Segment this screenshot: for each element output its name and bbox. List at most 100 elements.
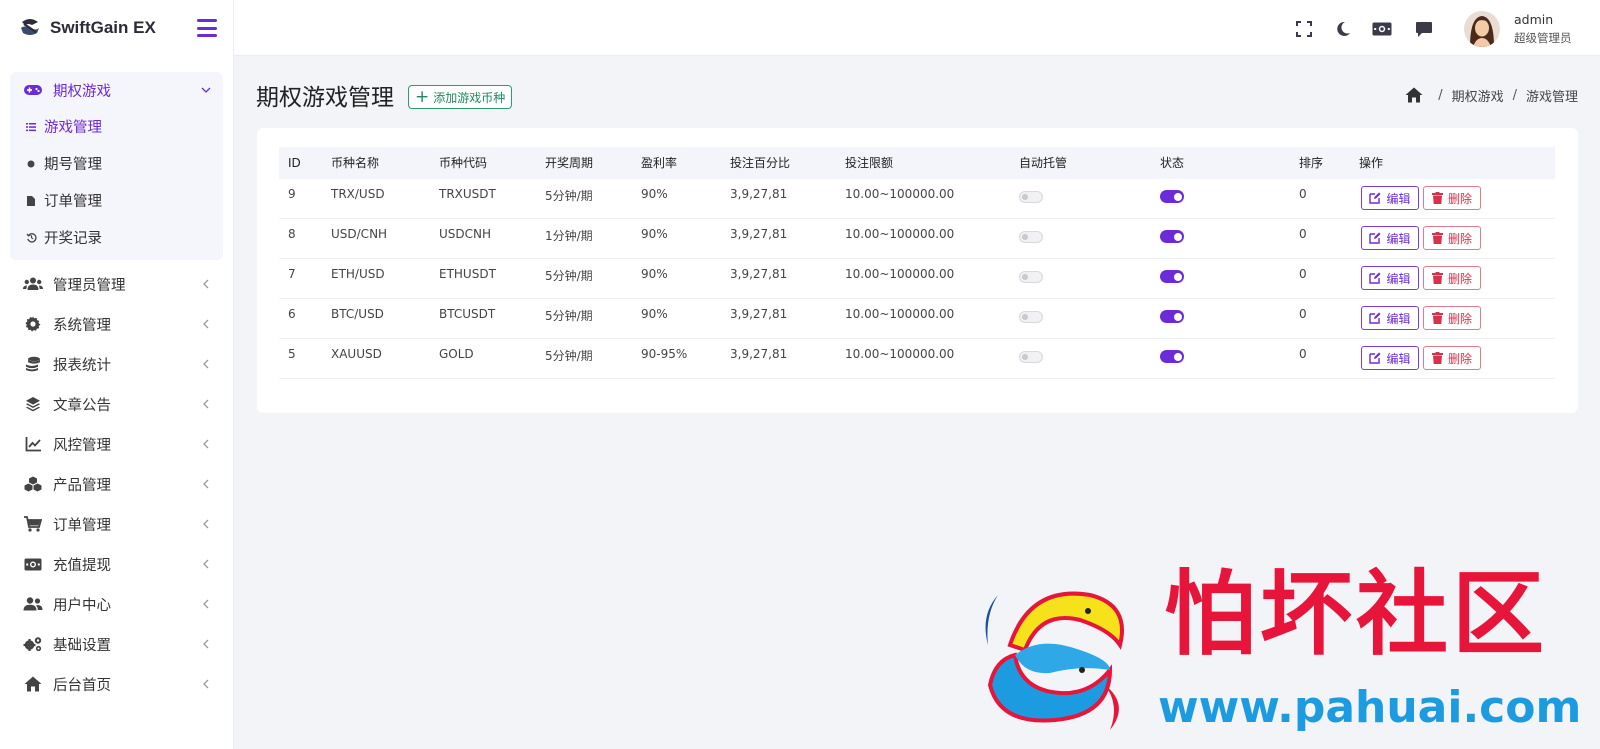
menu-item-label: 风控管理 bbox=[53, 437, 111, 454]
menu-item-system-management[interactable]: 系统管理 bbox=[10, 304, 223, 344]
menu-item-label: 订单管理 bbox=[53, 517, 111, 534]
cell-code: GOLD bbox=[439, 347, 474, 361]
menu-item-products[interactable]: 产品管理 bbox=[10, 464, 223, 504]
cell-rate: 90-95% bbox=[641, 347, 688, 361]
cell-name: BTC/USD bbox=[331, 307, 384, 321]
chat-icon[interactable] bbox=[1414, 19, 1434, 39]
delete-button[interactable]: 删除 bbox=[1423, 306, 1481, 330]
cell-id: 7 bbox=[288, 267, 296, 281]
chevron-left-icon bbox=[201, 319, 211, 329]
delete-button[interactable]: 删除 bbox=[1423, 226, 1481, 250]
auto-toggle[interactable] bbox=[1019, 311, 1043, 323]
cell-sort: 0 bbox=[1299, 267, 1307, 281]
column-header-percent: 投注百分比 bbox=[730, 156, 791, 170]
auto-toggle[interactable] bbox=[1019, 351, 1043, 363]
edit-button[interactable]: 编辑 bbox=[1361, 266, 1419, 290]
menu-item-user-center[interactable]: 用户中心 bbox=[10, 584, 223, 624]
trash-icon bbox=[1431, 232, 1443, 244]
delete-button[interactable]: 删除 bbox=[1423, 346, 1481, 370]
menu-item-label: 充值提现 bbox=[53, 557, 111, 574]
fullscreen-icon[interactable] bbox=[1294, 19, 1314, 39]
status-toggle[interactable] bbox=[1160, 350, 1184, 363]
edit-icon bbox=[1369, 352, 1381, 364]
cell-percent: 3,9,27,81 bbox=[730, 267, 788, 281]
menu-item-basic-settings[interactable]: 基础设置 bbox=[10, 624, 223, 664]
sub-item-period-management[interactable]: 期号管理 bbox=[10, 145, 223, 182]
cell-id: 6 bbox=[288, 307, 296, 321]
menu-item-label: 期权游戏 bbox=[53, 83, 111, 100]
menu-item-label: 文章公告 bbox=[53, 397, 111, 414]
cell-code: USDCNH bbox=[439, 227, 492, 241]
cell-percent: 3,9,27,81 bbox=[730, 187, 788, 201]
menu-item-label: 产品管理 bbox=[53, 477, 111, 494]
auto-toggle[interactable] bbox=[1019, 271, 1043, 283]
breadcrumb-item[interactable]: 期权游戏 bbox=[1452, 86, 1504, 105]
cell-rate: 90% bbox=[641, 187, 668, 201]
table-row: 9 TRX/USD TRXUSDT 5分钟/期 90% 3,9,27,81 10… bbox=[279, 179, 1555, 219]
cell-period: 5分钟/期 bbox=[545, 269, 593, 283]
sub-item-game-management[interactable]: 游戏管理 bbox=[10, 108, 223, 145]
user-role: 超级管理员 bbox=[1514, 31, 1572, 45]
edit-button[interactable]: 编辑 bbox=[1361, 226, 1419, 250]
auto-toggle[interactable] bbox=[1019, 231, 1043, 243]
menu-item-dashboard-home[interactable]: 后台首页 bbox=[10, 664, 223, 704]
status-toggle[interactable] bbox=[1160, 230, 1184, 243]
menu-item-orders[interactable]: 订单管理 bbox=[10, 504, 223, 544]
watermark-title: 怕坏社区 bbox=[1164, 560, 1549, 668]
menu-item-deposit-withdraw[interactable]: 充值提现 bbox=[10, 544, 223, 584]
menu-item-admin-management[interactable]: 管理员管理 bbox=[10, 264, 223, 304]
column-header-rate: 盈利率 bbox=[641, 156, 678, 170]
chevron-left-icon bbox=[201, 599, 211, 609]
breadcrumb-separator: / bbox=[1512, 88, 1517, 103]
trash-icon bbox=[1431, 272, 1443, 284]
delete-button[interactable]: 删除 bbox=[1423, 266, 1481, 290]
sidebar-menu: 期权游戏 游戏管理 期号管理 订单管理 开奖记录 管理员管理 系统管理 报表统计… bbox=[0, 56, 233, 704]
cell-name: USD/CNH bbox=[331, 227, 388, 241]
cell-period: 5分钟/期 bbox=[545, 349, 593, 363]
status-toggle[interactable] bbox=[1160, 310, 1184, 323]
add-coin-button[interactable]: + 添加游戏币种 bbox=[408, 85, 513, 109]
menu-item-reports[interactable]: 报表统计 bbox=[10, 344, 223, 384]
table-row: 6 BTC/USD BTCUSDT 5分钟/期 90% 3,9,27,81 10… bbox=[279, 299, 1555, 339]
sidebar: SwiftGain EX 期权游戏 游戏管理 期号管理 订单管理 开奖记录 管理… bbox=[0, 0, 234, 749]
cell-limit: 10.00~100000.00 bbox=[845, 187, 955, 201]
cell-code: ETHUSDT bbox=[439, 267, 496, 281]
home-icon bbox=[22, 675, 44, 693]
edit-button[interactable]: 编辑 bbox=[1361, 186, 1419, 210]
column-header-limit: 投注限额 bbox=[845, 156, 894, 170]
home-icon[interactable] bbox=[1405, 87, 1423, 105]
table-header: ID 币种名称 币种代码 开奖周期 盈利率 投注百分比 投注限额 自动托管 状态… bbox=[279, 147, 1555, 179]
menu-toggle-icon[interactable] bbox=[197, 19, 217, 37]
user-name: admin bbox=[1514, 12, 1554, 27]
menu-item-articles[interactable]: 文章公告 bbox=[10, 384, 223, 424]
coins-icon bbox=[22, 355, 44, 373]
chevron-left-icon bbox=[201, 559, 211, 569]
chart-line-icon bbox=[22, 435, 44, 453]
moon-icon[interactable] bbox=[1333, 19, 1353, 39]
status-toggle[interactable] bbox=[1160, 270, 1184, 283]
chevron-left-icon bbox=[201, 359, 211, 369]
chevron-left-icon bbox=[201, 279, 211, 289]
delete-button[interactable]: 删除 bbox=[1423, 186, 1481, 210]
money-icon[interactable] bbox=[1372, 19, 1392, 39]
gear-icon bbox=[22, 315, 44, 333]
menu-item-options-game[interactable]: 期权游戏 bbox=[10, 72, 223, 108]
sub-item-label: 游戏管理 bbox=[44, 120, 102, 136]
delete-button-label: 删除 bbox=[1447, 231, 1472, 246]
sub-item-label: 订单管理 bbox=[44, 194, 102, 210]
auto-toggle[interactable] bbox=[1019, 191, 1043, 203]
menu-item-risk-control[interactable]: 风控管理 bbox=[10, 424, 223, 464]
sub-item-draw-history[interactable]: 开奖记录 bbox=[10, 219, 223, 256]
edit-button[interactable]: 编辑 bbox=[1361, 306, 1419, 330]
cell-percent: 3,9,27,81 bbox=[730, 307, 788, 321]
avatar[interactable] bbox=[1464, 11, 1500, 47]
sub-item-order-management[interactable]: 订单管理 bbox=[10, 182, 223, 219]
cell-sort: 0 bbox=[1299, 187, 1307, 201]
delete-button-label: 删除 bbox=[1447, 191, 1472, 206]
status-toggle[interactable] bbox=[1160, 190, 1184, 203]
logo-icon bbox=[21, 19, 39, 35]
chevron-left-icon bbox=[201, 679, 211, 689]
edit-button[interactable]: 编辑 bbox=[1361, 346, 1419, 370]
cell-name: XAUUSD bbox=[331, 347, 382, 361]
breadcrumb-item-current: 游戏管理 bbox=[1525, 90, 1578, 105]
